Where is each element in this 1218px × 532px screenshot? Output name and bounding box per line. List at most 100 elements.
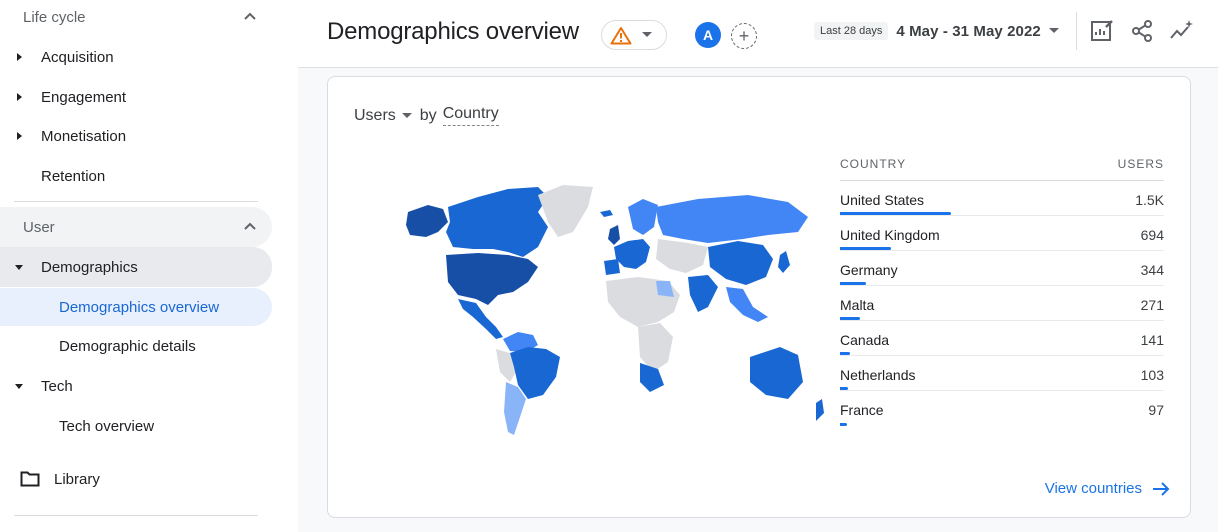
sidebar-item-tech[interactable]: Tech <box>0 367 272 405</box>
sidebar-item-label: Monetisation <box>41 127 127 145</box>
country-users-table: COUNTRY USERS United States 1.5K United … <box>840 157 1164 426</box>
map-region-china <box>708 241 773 285</box>
header-divider <box>298 67 1218 68</box>
sidebar-item-label: Acquisition <box>41 48 114 66</box>
section-header-lifecycle[interactable]: Life cycle <box>0 0 272 37</box>
sidebar-item-label: Retention <box>41 167 106 185</box>
sidebar-item-retention[interactable]: Retention <box>0 157 272 195</box>
map-region-japan <box>778 251 790 273</box>
map-region-russia <box>656 195 808 243</box>
table-row[interactable]: France 97 <box>840 391 1164 426</box>
add-comparison-button[interactable]: + <box>731 23 757 49</box>
users-bar <box>840 282 866 285</box>
caret-right-icon <box>17 53 22 61</box>
map-region-south-africa <box>640 363 664 392</box>
map-region-iberia <box>604 259 620 275</box>
users-bar <box>840 352 850 355</box>
section-header-user[interactable]: User <box>0 207 272 247</box>
map-region-iceland <box>600 210 613 217</box>
table-header: COUNTRY USERS <box>840 157 1164 181</box>
users-bar <box>840 317 860 320</box>
sidebar-item-demographics[interactable]: Demographics <box>0 247 272 287</box>
page-title: Demographics overview <box>327 18 579 45</box>
toolbar-separator <box>1076 12 1077 50</box>
chevron-up-icon <box>244 222 256 230</box>
arrow-right-icon <box>1153 481 1170 496</box>
caret-right-icon <box>17 132 22 140</box>
table-row[interactable]: Canada 141 <box>840 321 1164 356</box>
caret-down-icon <box>15 265 23 270</box>
users-value: 694 <box>1140 227 1164 243</box>
card-title: Users by Country <box>354 105 499 126</box>
column-header-users[interactable]: USERS <box>1118 157 1164 171</box>
map-region-australia <box>750 347 803 399</box>
users-value: 103 <box>1140 367 1164 383</box>
sidebar-item-library[interactable]: Library <box>20 466 100 492</box>
insights-icon[interactable] <box>1169 18 1195 44</box>
users-bar <box>840 212 951 215</box>
date-range-picker[interactable]: Last 28 days 4 May - 31 May 2022 <box>814 18 1059 44</box>
map-region-alaska <box>406 205 448 237</box>
sidebar-item-label: Library <box>54 470 100 488</box>
dimension-selector[interactable]: Country <box>442 105 499 126</box>
country-name: France <box>840 402 884 418</box>
map-region-uk <box>608 225 620 245</box>
share-icon[interactable] <box>1129 18 1155 44</box>
map-region-india <box>688 275 718 312</box>
sidebar-item-label: Demographics <box>41 258 138 276</box>
metric-selector[interactable]: Users <box>354 107 396 125</box>
table-row[interactable]: United Kingdom 694 <box>840 216 1164 251</box>
sidebar-item-monetisation[interactable]: Monetisation <box>0 117 272 155</box>
demographics-card: Users by Country COUNTRY USERS United St… <box>327 76 1191 518</box>
divider <box>14 201 258 202</box>
view-countries-link[interactable]: View countries <box>1045 480 1170 497</box>
map-region-western-europe <box>614 239 650 269</box>
sidebar: Life cycle Acquisition Engagement Moneti… <box>0 0 278 532</box>
users-value: 1.5K <box>1135 192 1164 208</box>
country-name: United Kingdom <box>840 227 940 243</box>
caret-right-icon <box>17 93 22 101</box>
customize-report-icon[interactable] <box>1089 18 1115 44</box>
date-range-text: 4 May - 31 May 2022 <box>896 22 1041 40</box>
table-row[interactable]: Netherlands 103 <box>840 356 1164 391</box>
comparison-avatar[interactable]: A <box>695 22 721 48</box>
warning-icon <box>610 27 632 45</box>
sidebar-item-demographics-overview[interactable]: Demographics overview <box>0 288 272 326</box>
table-row[interactable]: United States 1.5K <box>840 181 1164 216</box>
caret-down-icon <box>642 32 652 37</box>
column-header-country[interactable]: COUNTRY <box>840 157 906 171</box>
section-header-label: Life cycle <box>23 8 86 26</box>
world-map[interactable] <box>388 177 838 437</box>
sidebar-item-acquisition[interactable]: Acquisition <box>0 38 272 76</box>
date-preset-chip: Last 28 days <box>814 22 889 40</box>
sidebar-item-label: Engagement <box>41 88 127 106</box>
by-label: by <box>419 106 437 124</box>
sidebar-item-label: Tech <box>41 377 73 395</box>
table-row[interactable]: Germany 344 <box>840 251 1164 286</box>
map-region-usa <box>446 253 538 305</box>
caret-down-icon <box>1048 28 1059 33</box>
users-bar <box>840 387 848 390</box>
users-bar <box>840 423 847 426</box>
map-region-central-asia <box>656 239 708 273</box>
country-name: Malta <box>840 297 875 313</box>
users-value: 344 <box>1140 262 1164 278</box>
data-quality-button[interactable] <box>601 20 667 50</box>
country-name: Canada <box>840 332 890 348</box>
sidebar-item-demographic-details[interactable]: Demographic details <box>0 327 272 365</box>
map-region-scandinavia <box>628 199 658 235</box>
chevron-up-icon <box>244 12 256 20</box>
country-name: Germany <box>840 262 898 278</box>
sidebar-item-tech-overview[interactable]: Tech overview <box>0 407 272 445</box>
caret-down-icon <box>15 384 23 389</box>
sidebar-item-engagement[interactable]: Engagement <box>0 78 272 116</box>
sidebar-item-label: Tech overview <box>59 417 155 435</box>
users-value: 271 <box>1140 297 1164 313</box>
table-row[interactable]: Malta 271 <box>840 286 1164 321</box>
map-region-southeast-asia <box>726 287 768 322</box>
users-bar <box>840 247 891 250</box>
users-value: 141 <box>1140 332 1164 348</box>
divider <box>14 515 258 516</box>
caret-down-icon[interactable] <box>401 112 412 119</box>
map-region-canada <box>446 187 548 257</box>
